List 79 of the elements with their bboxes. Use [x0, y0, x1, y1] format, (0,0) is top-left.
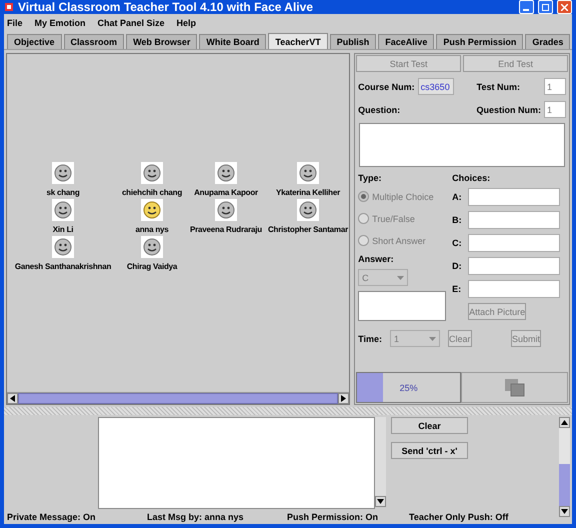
scroll-down-button[interactable] — [375, 496, 386, 507]
minimize-button[interactable] — [519, 0, 534, 14]
choice-input[interactable] — [468, 234, 560, 252]
menu-item[interactable]: Help — [176, 18, 196, 28]
down-arrow-icon — [561, 509, 568, 514]
menu-item[interactable]: Chat Panel Size — [98, 18, 165, 28]
app-icon — [4, 2, 14, 12]
question-input[interactable] — [359, 123, 565, 167]
up-arrow-icon — [561, 420, 568, 425]
radio-label: True/False — [372, 214, 415, 224]
scroll-up-button[interactable] — [559, 417, 570, 428]
tab[interactable]: Push Permission — [436, 34, 524, 49]
test-num-field[interactable]: 1 — [544, 78, 566, 95]
student-name: Xin Li — [52, 225, 74, 234]
question-num-field[interactable]: 1 — [544, 101, 566, 118]
scrollbar-thumb[interactable] — [559, 464, 570, 506]
choice-label: D: — [452, 261, 462, 271]
choice-input[interactable] — [468, 188, 560, 206]
answer-input[interactable] — [358, 291, 446, 321]
student-name: sk chang — [46, 188, 80, 197]
field-label: Question Num: — [476, 104, 541, 114]
choice-input[interactable] — [468, 280, 560, 298]
menu-item[interactable]: File — [7, 18, 23, 28]
student-name: anna nys — [135, 225, 169, 234]
status-text: Last Msg by: anna nys — [147, 512, 245, 524]
tab[interactable]: FaceAlive — [378, 34, 434, 49]
menu-item[interactable]: My Emotion — [34, 18, 86, 28]
left-arrow-icon — [10, 395, 15, 402]
radio-label: Multiple Choice — [372, 192, 434, 202]
close-icon — [561, 4, 568, 10]
tab[interactable]: White Board — [199, 34, 266, 49]
tab[interactable]: Publish — [330, 34, 376, 49]
maximize-button[interactable] — [538, 0, 553, 14]
field-label: Choices: — [452, 173, 492, 183]
choice-label: A: — [452, 192, 462, 202]
down-arrow-icon — [377, 499, 384, 504]
student-name: Anupama Kapoor — [194, 188, 258, 197]
status-text: Teacher Only Push: Off — [409, 512, 510, 524]
student-name: Christopher Santamar — [268, 225, 348, 234]
tab[interactable]: Grades — [525, 34, 570, 49]
field-label: Test Num: — [476, 82, 520, 92]
send-button[interactable]: Send 'ctrl - x' — [391, 442, 468, 459]
field-label: Question: — [358, 104, 400, 114]
choice-label: C: — [452, 238, 462, 248]
student-name: Ganesh Santhanakrishnan — [14, 262, 112, 271]
tab[interactable]: Web Browser — [126, 34, 198, 49]
field-label: Time: — [358, 334, 382, 344]
scrollbar-thumb[interactable] — [18, 393, 338, 404]
status-text: Push Permission: On — [287, 512, 380, 524]
copy-button[interactable] — [461, 372, 568, 403]
scroll-left-button[interactable] — [7, 393, 18, 404]
scroll-down-button[interactable] — [559, 506, 570, 517]
dropdown-arrow-icon — [429, 336, 436, 340]
student-name: Praveena Rudraraju — [190, 225, 262, 234]
scroll-right-button[interactable] — [338, 393, 350, 404]
right-arrow-icon — [341, 395, 346, 402]
radio-label: Short Answer — [372, 236, 426, 246]
student-name: Chirag Vaidya — [126, 262, 178, 271]
tab[interactable]: Objective — [7, 34, 62, 49]
choice-input[interactable] — [468, 257, 560, 275]
student-name: chiehchih chang — [122, 188, 182, 197]
copy-icon — [504, 378, 526, 398]
clear-chat-button[interactable]: Clear — [391, 417, 468, 434]
maximize-icon — [542, 4, 549, 10]
tab[interactable]: Classroom — [64, 34, 124, 49]
status-text: Private Message: On — [7, 512, 97, 524]
choice-input[interactable] — [468, 211, 560, 229]
window-title: Virtual Classroom Teacher Tool 4.10 with Face Alive — [18, 0, 314, 14]
choice-label: E: — [452, 284, 462, 294]
progress-reading: 25% — [398, 382, 419, 394]
tab[interactable]: TeacherVT — [268, 33, 328, 49]
student-name: Ykaterina Kelliher — [276, 188, 340, 197]
field-label: Course Num: — [358, 82, 415, 92]
close-button[interactable] — [557, 0, 572, 14]
course-num-field[interactable]: cs3650 — [418, 78, 454, 95]
field-label: Answer: — [358, 254, 395, 264]
field-label: Type: — [358, 173, 382, 183]
choice-label: B: — [452, 215, 462, 225]
dropdown-arrow-icon — [397, 276, 404, 280]
